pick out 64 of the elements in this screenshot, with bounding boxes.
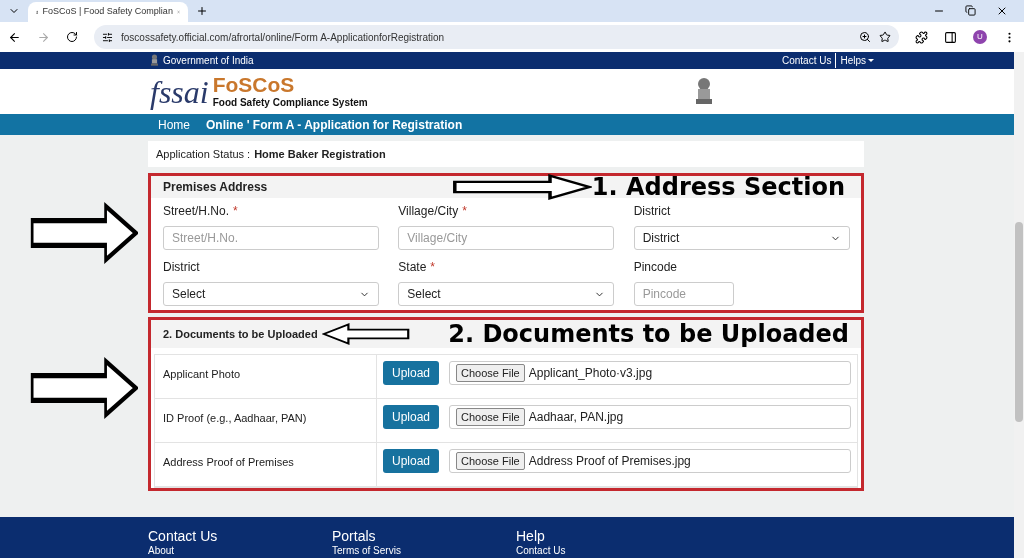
file-input[interactable]: Choose File Address Proof of Premises.jpg [449,449,851,473]
zoom-icon[interactable] [859,31,871,43]
annotation-text: 2. Documents to be Uploaded [448,322,849,346]
select-field[interactable]: Select [163,282,379,306]
arrow-icon [321,323,410,345]
reload-icon[interactable] [66,31,78,43]
side-panel-icon[interactable] [944,30,957,44]
document-label: Address Proof of Premises [163,456,294,468]
upload-button[interactable]: Upload [382,361,439,385]
required-mark: * [462,203,467,220]
annotation-text: 1. Address Section [591,175,845,199]
field-label: District [163,259,200,276]
profile-avatar[interactable]: U [973,30,987,44]
extensions-icon[interactable] [915,30,928,44]
required-mark: * [233,203,238,220]
top-link[interactable]: Contact Us [781,53,832,68]
footer-link[interactable]: About [148,545,332,557]
document-label: ID Proof (e.g., Aadhaar, PAN) [163,412,307,424]
section-title: 2. Documents to be Uploaded [163,326,318,342]
footer-heading: Portals [332,527,377,545]
site-name: FoSCoS [212,73,296,95]
address-bar[interactable]: foscossafety.official.com/afrortal/online/Form A-ApplicationforRegistration [94,25,899,49]
footer-link[interactable]: Contact Us [516,545,700,557]
file-input[interactable]: Choose File Applicant_Photo·v3.jpg [449,361,851,385]
section-title: Premises Address [163,179,268,196]
choose-file-button[interactable]: Choose File [456,408,525,426]
field-label: District [633,203,671,220]
select-field[interactable]: Select [398,282,615,306]
choose-file-button[interactable]: Choose File [456,364,525,382]
footer-link[interactable]: Terms of Servis [332,545,516,557]
select-field[interactable]: District [633,226,850,250]
arrow-icon [30,202,138,264]
document-label: Applicant Photo [163,368,241,380]
emblem-icon [150,54,159,67]
file-input[interactable]: Choose File Aadhaar, PAN.jpg [449,405,851,429]
field-label: State [398,259,427,276]
file-name: Address Proof of Premises.jpg [528,453,691,470]
file-name: Aadhaar, PAN.jpg [528,409,624,426]
new-tab-icon[interactable] [196,5,208,17]
top-link[interactable]: Helps [835,53,874,68]
upload-button[interactable]: Upload [382,405,439,429]
restore-icon[interactable] [965,5,976,16]
bookmark-icon[interactable] [879,31,891,43]
browser-tab[interactable]: FoSCoS | Food Safety Complian [28,2,188,22]
file-name: Applicant_Photo·v3.jpg [528,365,653,382]
arrow-icon [30,357,138,419]
nav-link[interactable]: Home [158,115,190,134]
logo-text: fssai [150,75,209,108]
nav-link[interactable]: Online ' Form A - Application for Registration [206,115,463,134]
field-label: Village/City [398,203,459,220]
back-icon[interactable] [8,30,21,44]
field-label: Pincode [633,259,678,276]
footer-heading: Help [516,527,546,545]
footer-heading: Contact Us [148,527,219,545]
gov-title: Government of India [163,54,254,68]
close-icon[interactable] [996,5,1008,17]
field-label: Street/H.No. [163,203,230,220]
upload-button[interactable]: Upload [382,449,439,473]
choose-file-button[interactable]: Choose File [456,452,525,470]
required-mark: * [430,259,436,276]
status-value: Home Baker Registration [254,146,386,162]
site-info-icon[interactable] [102,31,113,43]
status-label: Application Status : [156,146,251,162]
site-subtitle: Food Safety Compliance System [212,95,368,110]
